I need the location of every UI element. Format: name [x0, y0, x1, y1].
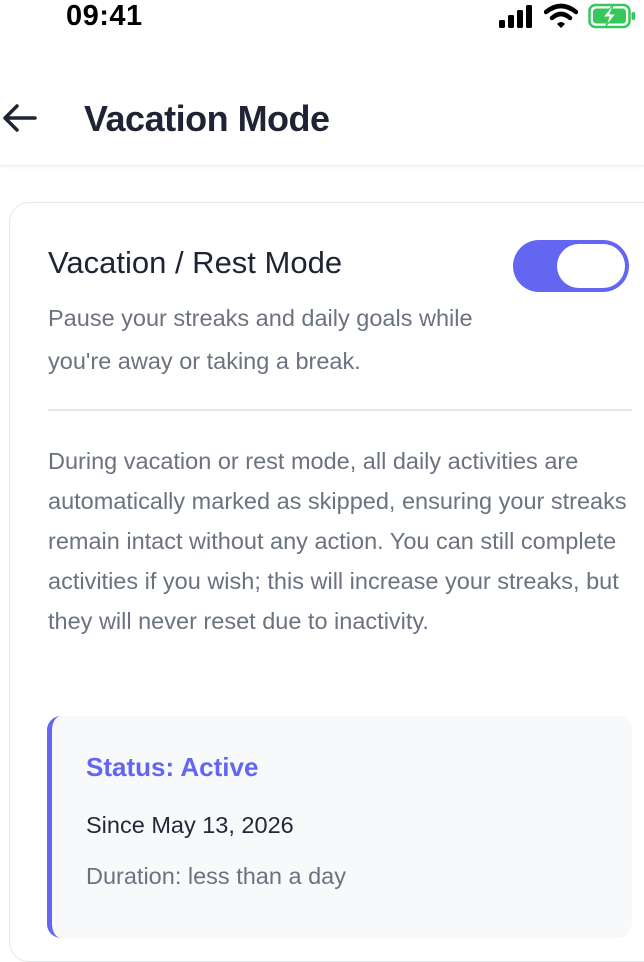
- status-bar: 09:41: [0, 0, 644, 40]
- cellular-signal-icon: [499, 5, 532, 28]
- wifi-icon: [544, 3, 578, 28]
- card-subtitle: Pause your streaks and daily goals while…: [48, 305, 473, 374]
- status-icons: [498, 3, 636, 29]
- divider: [48, 409, 632, 411]
- vacation-mode-toggle[interactable]: [513, 240, 629, 292]
- toggle-knob: [557, 244, 625, 288]
- status-since: Since May 13, 2026: [86, 812, 294, 838]
- status-time: 09:41: [66, 0, 143, 32]
- card-title: Vacation / Rest Mode: [48, 245, 343, 280]
- mode-description: During vacation or rest mode, all daily …: [48, 448, 627, 634]
- back-button[interactable]: [0, 98, 40, 138]
- arrow-left-icon: [3, 104, 37, 132]
- status-duration: Duration: less than a day: [86, 863, 346, 889]
- page-header: Vacation Mode: [0, 70, 644, 166]
- status-box: Status: Active Since May 13, 2026 Durati…: [47, 716, 632, 938]
- vacation-mode-card: Vacation / Rest Mode Pause your streaks …: [9, 202, 644, 962]
- battery-charging-icon: [588, 3, 635, 29]
- page-title: Vacation Mode: [84, 98, 330, 139]
- status-label: Status: Active: [86, 752, 259, 782]
